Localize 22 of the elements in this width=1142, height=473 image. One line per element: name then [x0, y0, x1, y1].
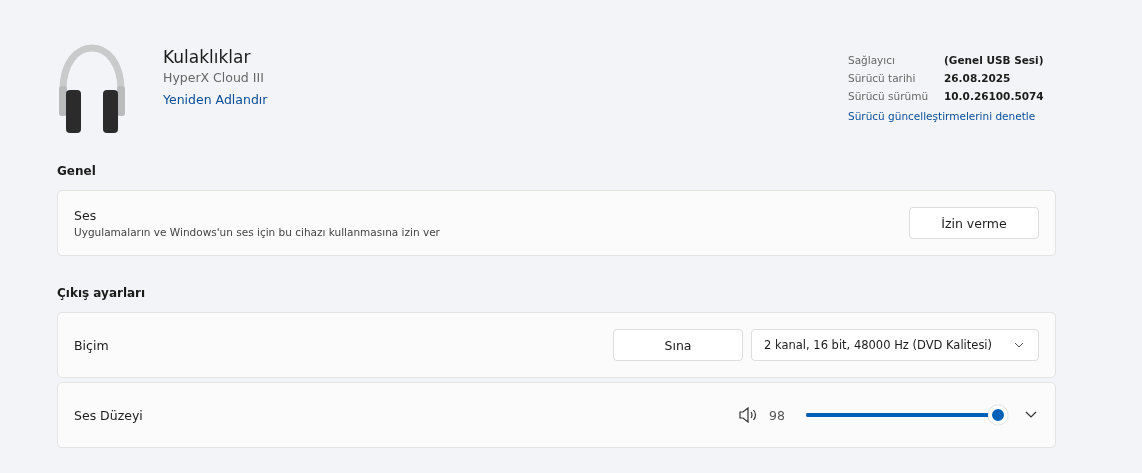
- device-model: HyperX Cloud III: [163, 70, 265, 85]
- setting-title: Biçim: [74, 337, 110, 353]
- setting-title: Ses Düzeyi: [74, 407, 144, 423]
- driver-value: (Genel USB Sesi): [944, 53, 1044, 68]
- driver-update-link[interactable]: Sürücü güncelleştirmelerini denetle: [848, 110, 1036, 122]
- chevron-down-icon: [1014, 342, 1024, 348]
- section-heading: Genel: [57, 164, 97, 178]
- driver-label: Sürücü sürümü: [848, 89, 930, 104]
- driver-label: Sağlayıcı: [848, 53, 896, 68]
- device-name: Kulaklıklar: [163, 47, 252, 67]
- format-dropdown[interactable]: 2 kanal, 16 bit, 48000 Hz (DVD Kalitesi): [751, 329, 1039, 361]
- deny-button[interactable]: İzin verme: [909, 207, 1039, 239]
- setting-description: Uygulamaların ve Windows'un ses için bu cihazı kullanmasına izin ver: [74, 226, 441, 238]
- driver-label: Sürücü tarihi: [848, 71, 917, 86]
- expand-chevron-icon[interactable]: [1025, 411, 1037, 419]
- driver-value: 10.0.26100.5074: [944, 89, 1044, 104]
- volume-reading: 98: [769, 407, 785, 423]
- section-heading: Çıkış ayarları: [57, 286, 147, 300]
- rename-link[interactable]: Yeniden Adlandır: [163, 92, 268, 107]
- test-button[interactable]: Sına: [613, 329, 743, 361]
- setting-title: Ses: [74, 208, 98, 223]
- driver-value: 26.08.2025: [944, 71, 1011, 86]
